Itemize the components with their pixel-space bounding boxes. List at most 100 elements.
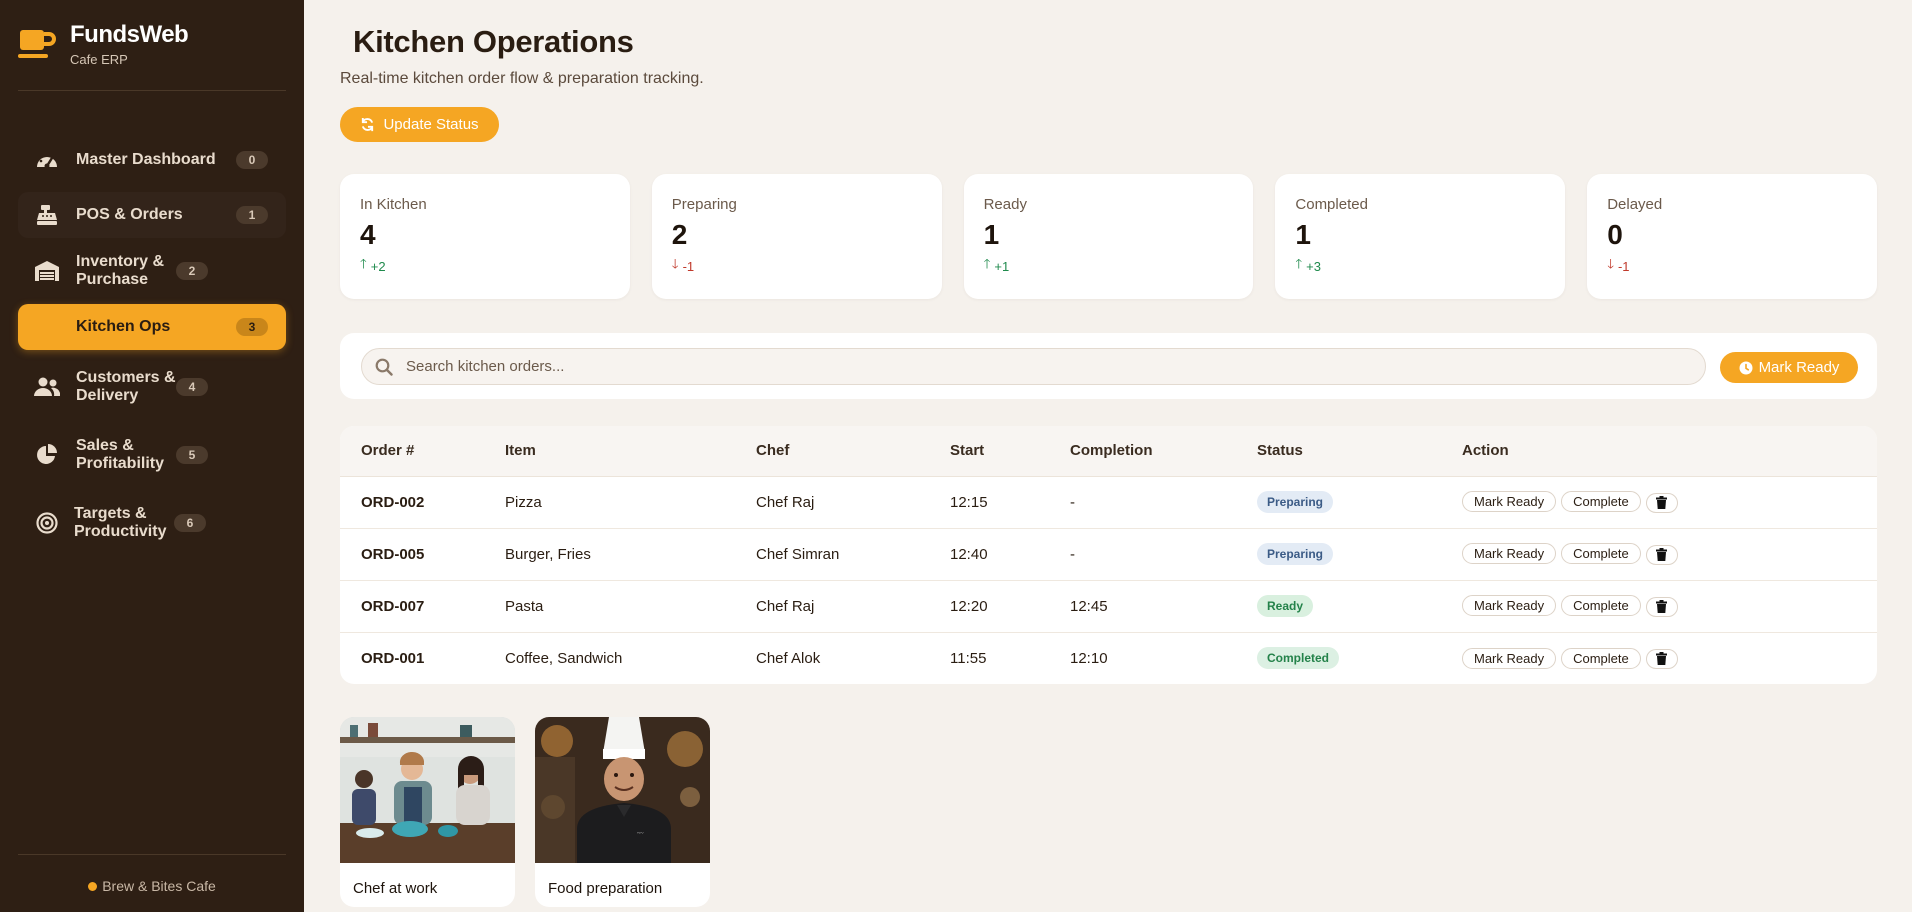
sidebar-item-badge: 0 (236, 151, 268, 169)
status-badge: Preparing (1257, 543, 1334, 565)
sidebar-item-pos-orders[interactable]: POS & Orders 1 (18, 192, 286, 238)
order-status-cell: Preparing (1257, 528, 1462, 581)
order-status-cell: Completed (1257, 632, 1462, 684)
stat-delta-value: -1 (682, 258, 695, 274)
table-row: ORD-005 Burger, Fries Chef Simran 12:40 … (340, 528, 1877, 581)
photo-card-food-preparation[interactable]: ~~ Food preparation (535, 717, 710, 907)
order-start: 12:20 (950, 580, 1070, 633)
order-completion: - (1070, 476, 1257, 529)
photo-caption: Food preparation (548, 880, 663, 897)
col-header-item: Item (505, 426, 756, 477)
sidebar-item-kitchen-ops[interactable]: Kitchen Ops 3 (18, 304, 286, 350)
mark-ready-row-button[interactable]: Mark Ready (1462, 647, 1557, 669)
stat-value: 4 (360, 219, 376, 250)
stat-label: Completed (1295, 196, 1368, 213)
stat-delta: 🡓 -1 (1607, 255, 1857, 277)
sidebar-item-badge: 3 (236, 318, 268, 336)
photo-gallery: Chef at work ~~ Food preparation (340, 717, 710, 907)
sidebar-footer-divider (18, 854, 286, 855)
sidebar-divider (18, 90, 286, 91)
sidebar-item-customers-delivery[interactable]: Customers & Delivery 4 (18, 356, 286, 418)
update-status-label: Update Status (383, 116, 479, 133)
food-preparation-photo: ~~ (535, 717, 710, 863)
status-badge: Completed (1257, 647, 1340, 670)
search-bar: Mark Ready (340, 333, 1877, 399)
arrow-down-icon: 🡓 (671, 256, 679, 271)
sidebar-item-master-dashboard[interactable]: Master Dashboard 0 (18, 134, 286, 186)
order-item: Burger, Fries (505, 528, 756, 581)
sidebar-item-badge: 5 (176, 446, 208, 464)
stat-card-preparing: Preparing 2 🡓 -1 (651, 174, 942, 299)
table-header-row: Order # Item Chef Start Completion Statu… (340, 426, 1877, 477)
stat-delta: 🡑 +2 (360, 255, 610, 277)
order-completion: - (1070, 528, 1257, 581)
orders-table: Order # Item Chef Start Completion Statu… (340, 426, 1877, 684)
update-status-button[interactable]: Update Status (340, 107, 499, 142)
arrow-up-icon: 🡑 (1295, 256, 1303, 271)
complete-row-button[interactable]: Complete (1561, 491, 1641, 513)
mark-ready-button[interactable]: Mark Ready (1720, 352, 1858, 383)
brand[interactable]: FundsWeb Cafe ERP (18, 20, 189, 67)
complete-row-button[interactable]: Complete (1561, 595, 1641, 617)
clock-icon (1739, 361, 1753, 374)
status-badge: Preparing (1257, 491, 1334, 513)
stat-card-ready: Ready 1 🡑 +1 (963, 174, 1254, 299)
delete-row-button[interactable] (1645, 492, 1678, 513)
order-id: ORD-002 (340, 476, 505, 529)
pie-chart-icon (34, 442, 60, 468)
stat-delta: 🡓 -1 (672, 255, 922, 277)
orders-table-card: Order # Item Chef Start Completion Statu… (340, 426, 1877, 684)
sidebar-item-sales-profitability[interactable]: Sales & Profitability 5 (18, 424, 286, 486)
order-actions: Mark Ready Complete (1462, 580, 1877, 633)
chef-at-work-photo (340, 717, 515, 863)
search-icon (375, 358, 393, 376)
stat-card-delayed: Delayed 0 🡓 -1 (1587, 174, 1877, 299)
order-status-cell: Preparing (1257, 476, 1462, 529)
trash-icon (1656, 548, 1668, 562)
col-header-order: Order # (340, 426, 505, 477)
sidebar-item-label: Kitchen Ops (76, 318, 171, 335)
sidebar-item-badge: 6 (174, 514, 206, 532)
stat-label: Preparing (671, 196, 737, 213)
col-header-chef: Chef (756, 426, 950, 477)
order-actions: Mark Ready Complete (1462, 632, 1877, 684)
delete-row-button[interactable] (1645, 544, 1678, 565)
arrow-up-icon: 🡑 (360, 256, 367, 271)
delete-row-button[interactable] (1645, 596, 1678, 617)
mark-ready-row-button[interactable]: Mark Ready (1462, 491, 1557, 513)
arrow-down-icon: 🡓 (1607, 256, 1614, 271)
status-dot (88, 882, 98, 891)
complete-row-button[interactable]: Complete (1561, 647, 1641, 669)
stat-value: 0 (1607, 219, 1623, 250)
sidebar-nav: Master Dashboard 0 POS & Orders 1 Invent… (18, 134, 286, 560)
photo-card-chef-at-work[interactable]: Chef at work (340, 717, 515, 907)
stat-card-in-kitchen: In Kitchen 4 🡑 +2 (340, 174, 630, 299)
target-icon (34, 510, 60, 536)
col-header-action: Action (1462, 426, 1877, 477)
complete-row-button[interactable]: Complete (1561, 543, 1641, 565)
trash-icon (1656, 652, 1668, 666)
mark-ready-row-button[interactable]: Mark Ready (1462, 543, 1557, 565)
order-start: 11:55 (950, 649, 987, 667)
brand-subtitle: Cafe ERP (70, 52, 128, 67)
order-item: Pasta (505, 580, 756, 633)
order-id: ORD-007 (340, 580, 505, 633)
sidebar-item-targets-productivity[interactable]: Targets & Productivity 6 (18, 492, 286, 554)
order-id: ORD-005 (340, 528, 505, 581)
mark-ready-row-button[interactable]: Mark Ready (1462, 595, 1557, 617)
stats-row: In Kitchen 4 🡑 +2 Preparing 2 🡓 -1 Ready 1… (340, 174, 1877, 299)
col-header-status: Status (1257, 426, 1462, 477)
order-chef: Chef Raj (756, 476, 950, 529)
search-input[interactable] (361, 348, 1706, 385)
sidebar: FundsWeb Cafe ERP Master Dashboard 0 POS… (0, 0, 304, 912)
order-item: Pizza (505, 476, 756, 529)
brand-title: FundsWeb (70, 21, 189, 48)
order-id: ORD-001 (361, 649, 425, 667)
delete-row-button[interactable] (1645, 648, 1678, 669)
sidebar-item-label: Master Dashboard (76, 151, 216, 168)
sidebar-item-label: Sales & Profitability (76, 437, 165, 472)
order-start: 12:40 (950, 528, 1070, 581)
sidebar-item-inventory-purchase[interactable]: Inventory & Purchase 2 (18, 244, 286, 298)
stat-label: Delayed (1607, 196, 1663, 213)
table-row: ORD-007 Pasta Chef Raj 12:20 12:45 Ready… (340, 580, 1877, 633)
